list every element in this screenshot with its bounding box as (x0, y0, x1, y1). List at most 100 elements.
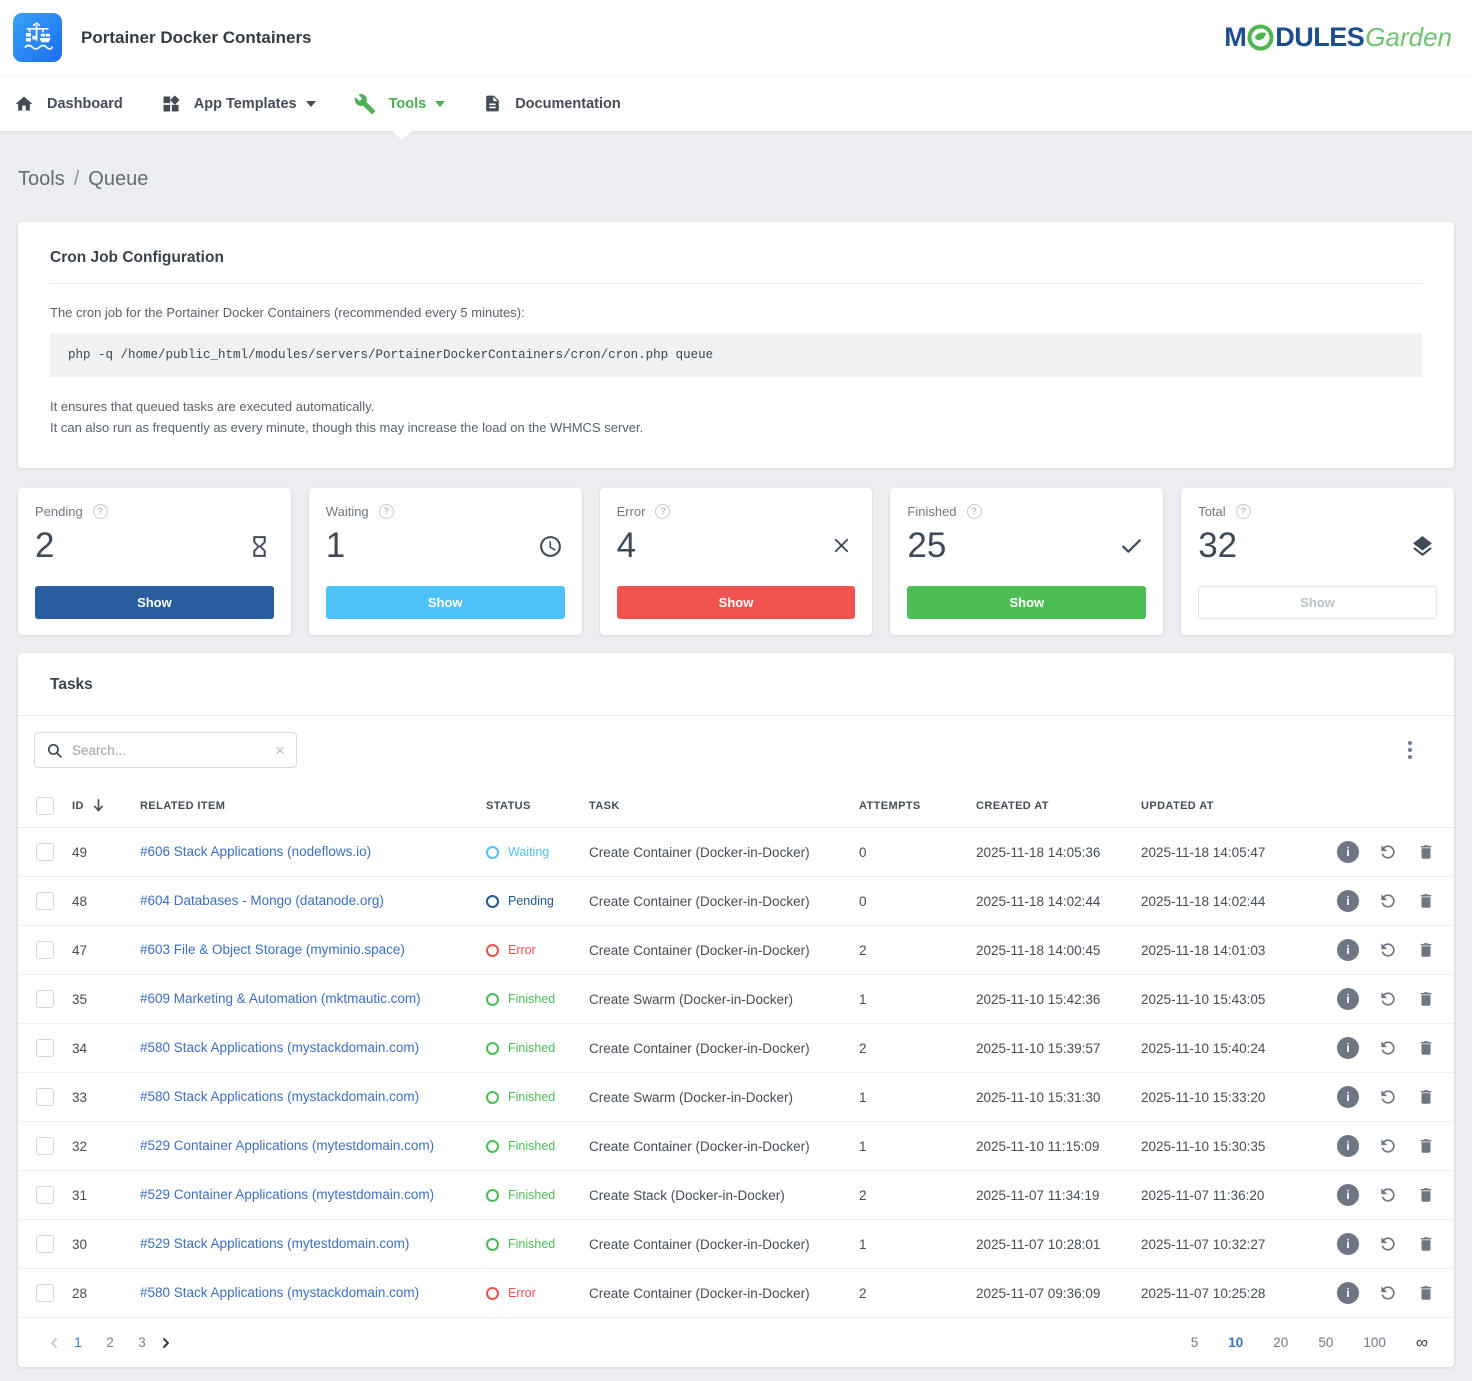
nav-item-tools[interactable]: Tools (354, 93, 446, 115)
help-icon[interactable] (655, 504, 670, 519)
row-checkbox[interactable] (36, 1235, 54, 1253)
stat-card-total: Total 32 Show (1181, 488, 1454, 635)
show-finished-button[interactable]: Show (907, 586, 1146, 619)
row-checkbox[interactable] (36, 990, 54, 1008)
col-updated-at[interactable]: UPDATED AT (1141, 800, 1306, 812)
row-checkbox[interactable] (36, 1137, 54, 1155)
page-size-50[interactable]: 50 (1318, 1335, 1333, 1350)
prev-page-button[interactable] (46, 1335, 62, 1351)
modulesgarden-globe-icon (1247, 24, 1274, 51)
nav-item-dashboard[interactable]: Dashboard (14, 94, 123, 114)
retry-button[interactable] (1378, 1136, 1398, 1156)
show-pending-button[interactable]: Show (35, 586, 274, 619)
help-icon[interactable] (93, 504, 108, 519)
row-checkbox[interactable] (36, 892, 54, 910)
delete-button[interactable] (1417, 1235, 1435, 1253)
page-2-button[interactable]: 2 (97, 1335, 123, 1350)
page-size-100[interactable]: 100 (1363, 1335, 1386, 1350)
status-ring-icon (486, 895, 499, 908)
col-task[interactable]: TASK (589, 800, 859, 812)
status-ring-icon (486, 1091, 499, 1104)
retry-button[interactable] (1378, 1087, 1398, 1107)
related-item-link[interactable]: #580 Stack Applications (mystackdomain.c… (140, 1285, 419, 1300)
nav-item-documentation[interactable]: Documentation (483, 94, 621, 113)
info-button[interactable] (1337, 1233, 1359, 1255)
retry-button[interactable] (1378, 1185, 1398, 1205)
info-button[interactable] (1337, 841, 1359, 863)
delete-button[interactable] (1417, 1284, 1435, 1302)
col-id[interactable]: ID (72, 800, 84, 812)
status-ring-icon (486, 1238, 499, 1251)
show-total-button[interactable]: Show (1198, 586, 1437, 619)
stat-label: Total (1198, 504, 1225, 519)
delete-button[interactable] (1417, 1088, 1435, 1106)
info-button[interactable] (1337, 1282, 1359, 1304)
page-size-all[interactable]: ∞ (1416, 1333, 1428, 1353)
related-item-link[interactable]: #529 Container Applications (mytestdomai… (140, 1187, 434, 1202)
info-button[interactable] (1337, 1086, 1359, 1108)
row-checkbox[interactable] (36, 1039, 54, 1057)
portainer-logo-icon (13, 13, 62, 62)
col-attempts[interactable]: ATTEMPTS (859, 800, 976, 812)
related-item-link[interactable]: #609 Marketing & Automation (mktmautic.c… (140, 991, 421, 1006)
x-icon (830, 534, 853, 557)
col-status[interactable]: STATUS (486, 800, 589, 812)
page-3-button[interactable]: 3 (129, 1335, 155, 1350)
info-button[interactable] (1337, 988, 1359, 1010)
col-related-item[interactable]: RELATED ITEM (140, 800, 486, 812)
delete-button[interactable] (1417, 1039, 1435, 1057)
retry-button[interactable] (1378, 1283, 1398, 1303)
related-item-link[interactable]: #529 Container Applications (mytestdomai… (140, 1138, 434, 1153)
page-size-20[interactable]: 20 (1273, 1335, 1288, 1350)
show-error-button[interactable]: Show (617, 586, 856, 619)
show-waiting-button[interactable]: Show (326, 586, 565, 619)
clear-search-icon[interactable]: × (275, 742, 285, 759)
help-icon[interactable] (1236, 504, 1251, 519)
page-size-10[interactable]: 10 (1228, 1335, 1243, 1350)
next-page-button[interactable] (158, 1335, 174, 1351)
select-all-checkbox[interactable] (36, 797, 54, 815)
help-icon[interactable] (967, 504, 982, 519)
info-button[interactable] (1337, 1184, 1359, 1206)
related-item-link[interactable]: #580 Stack Applications (mystackdomain.c… (140, 1089, 419, 1104)
col-created-at[interactable]: CREATED AT (976, 800, 1141, 812)
delete-button[interactable] (1417, 941, 1435, 959)
status-ring-icon (486, 944, 499, 957)
info-button[interactable] (1337, 1037, 1359, 1059)
related-item-link[interactable]: #603 File & Object Storage (myminio.spac… (140, 942, 405, 957)
nav-item-app-templates[interactable]: App Templates (161, 94, 316, 114)
row-checkbox[interactable] (36, 941, 54, 959)
delete-button[interactable] (1417, 990, 1435, 1008)
row-checkbox[interactable] (36, 1284, 54, 1302)
retry-button[interactable] (1378, 891, 1398, 911)
status-badge: Finished (486, 1188, 589, 1202)
page-size-5[interactable]: 5 (1191, 1335, 1199, 1350)
related-item-link[interactable]: #606 Stack Applications (nodeflows.io) (140, 844, 371, 859)
delete-button[interactable] (1417, 892, 1435, 910)
info-button[interactable] (1337, 890, 1359, 912)
retry-button[interactable] (1378, 842, 1398, 862)
delete-button[interactable] (1417, 1137, 1435, 1155)
info-button[interactable] (1337, 1135, 1359, 1157)
row-checkbox[interactable] (36, 843, 54, 861)
help-icon[interactable] (379, 504, 394, 519)
row-checkbox[interactable] (36, 1088, 54, 1106)
retry-button[interactable] (1378, 940, 1398, 960)
retry-button[interactable] (1378, 1038, 1398, 1058)
breadcrumb-section[interactable]: Tools (18, 168, 65, 190)
table-options-kebab-icon[interactable] (1404, 737, 1416, 763)
search-input[interactable] (72, 743, 275, 758)
info-button[interactable] (1337, 939, 1359, 961)
related-item-link[interactable]: #580 Stack Applications (mystackdomain.c… (140, 1040, 419, 1055)
related-item-link[interactable]: #604 Databases - Mongo (datanode.org) (140, 893, 384, 908)
related-item-link[interactable]: #529 Stack Applications (mytestdomain.co… (140, 1236, 409, 1251)
retry-button[interactable] (1378, 1234, 1398, 1254)
table-row: 31 #529 Container Applications (mytestdo… (18, 1171, 1454, 1220)
table-row: 47 #603 File & Object Storage (myminio.s… (18, 926, 1454, 975)
stat-value: 1 (326, 528, 565, 563)
retry-button[interactable] (1378, 989, 1398, 1009)
row-checkbox[interactable] (36, 1186, 54, 1204)
page-1-button[interactable]: 1 (65, 1335, 91, 1350)
delete-button[interactable] (1417, 1186, 1435, 1204)
delete-button[interactable] (1417, 843, 1435, 861)
